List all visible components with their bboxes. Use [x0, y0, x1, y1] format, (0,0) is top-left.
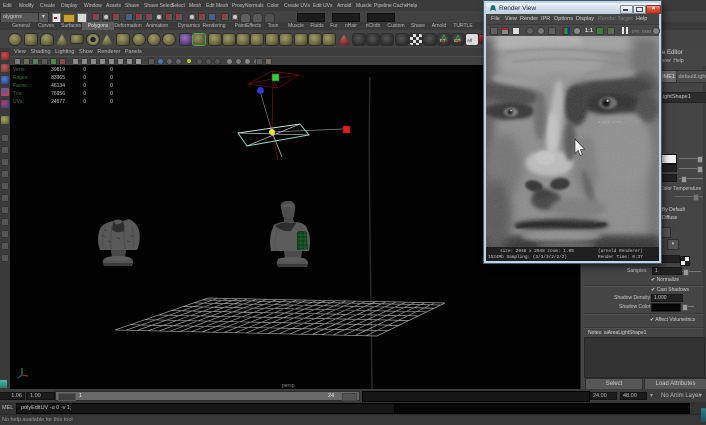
svg-text:UVs:: UVs:	[13, 99, 24, 105]
svg-text:Edges:: Edges:	[13, 75, 29, 81]
svg-text:Tris:: Tris:	[13, 91, 23, 97]
svg-text:0: 0	[110, 91, 113, 97]
svg-text:0: 0	[110, 99, 113, 105]
svg-text:83965: 83965	[51, 75, 65, 81]
svg-text:0: 0	[110, 83, 113, 89]
svg-text:0: 0	[110, 75, 113, 81]
svg-text:0: 0	[83, 91, 86, 97]
svg-text:39819: 39819	[51, 67, 65, 73]
svg-text:Verts:: Verts:	[13, 67, 26, 73]
svg-text:0: 0	[110, 67, 113, 73]
svg-text:0.571 0.04: 0.571 0.04	[598, 121, 623, 125]
svg-text:Faces:: Faces:	[13, 83, 28, 89]
svg-text:0: 0	[83, 75, 86, 81]
svg-text:24577: 24577	[51, 99, 65, 105]
svg-text:46134: 46134	[51, 83, 65, 89]
svg-text:0: 0	[83, 83, 86, 89]
svg-text:0: 0	[83, 99, 86, 105]
svg-text:76956: 76956	[51, 91, 65, 97]
svg-text:0: 0	[83, 67, 86, 73]
